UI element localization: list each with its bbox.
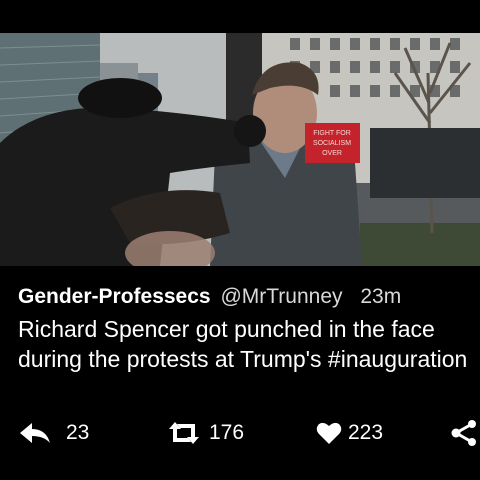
share-button[interactable] xyxy=(450,418,478,448)
reply-icon xyxy=(18,421,52,445)
retweet-icon xyxy=(166,421,202,445)
author-display-name[interactable]: Gender-Professecs xyxy=(18,285,211,308)
author-handle[interactable]: @MrTrunney xyxy=(220,285,342,308)
sign-text-line-1: FIGHT FOR xyxy=(313,130,351,137)
tweet-text: Richard Spencer got punched in the face … xyxy=(18,316,468,372)
tweet-actions: 23 176 223 xyxy=(0,418,480,448)
reply-count: 23 xyxy=(66,421,90,444)
share-icon xyxy=(450,420,478,446)
reply-button[interactable]: 23 xyxy=(18,418,89,448)
sign-text-line-2: SOCIALISM xyxy=(313,140,351,147)
tweet-card[interactable]: FIGHT FOR SOCIALISM OVER Gender-Professe… xyxy=(0,0,480,480)
like-count: 223 xyxy=(348,421,384,444)
sign-text-line-3: OVER xyxy=(322,150,342,157)
tweet-header: Gender-Professecs @MrTrunney 23m xyxy=(18,285,480,309)
tweet-timestamp[interactable]: 23m xyxy=(360,285,401,308)
like-button[interactable]: 223 xyxy=(316,418,383,448)
heart-icon xyxy=(316,421,342,445)
video-frame: FIGHT FOR SOCIALISM OVER xyxy=(0,33,480,266)
tweet-media-image[interactable]: FIGHT FOR SOCIALISM OVER xyxy=(0,33,480,266)
retweet-button[interactable]: 176 xyxy=(166,418,244,448)
retweet-count: 176 xyxy=(209,421,245,444)
